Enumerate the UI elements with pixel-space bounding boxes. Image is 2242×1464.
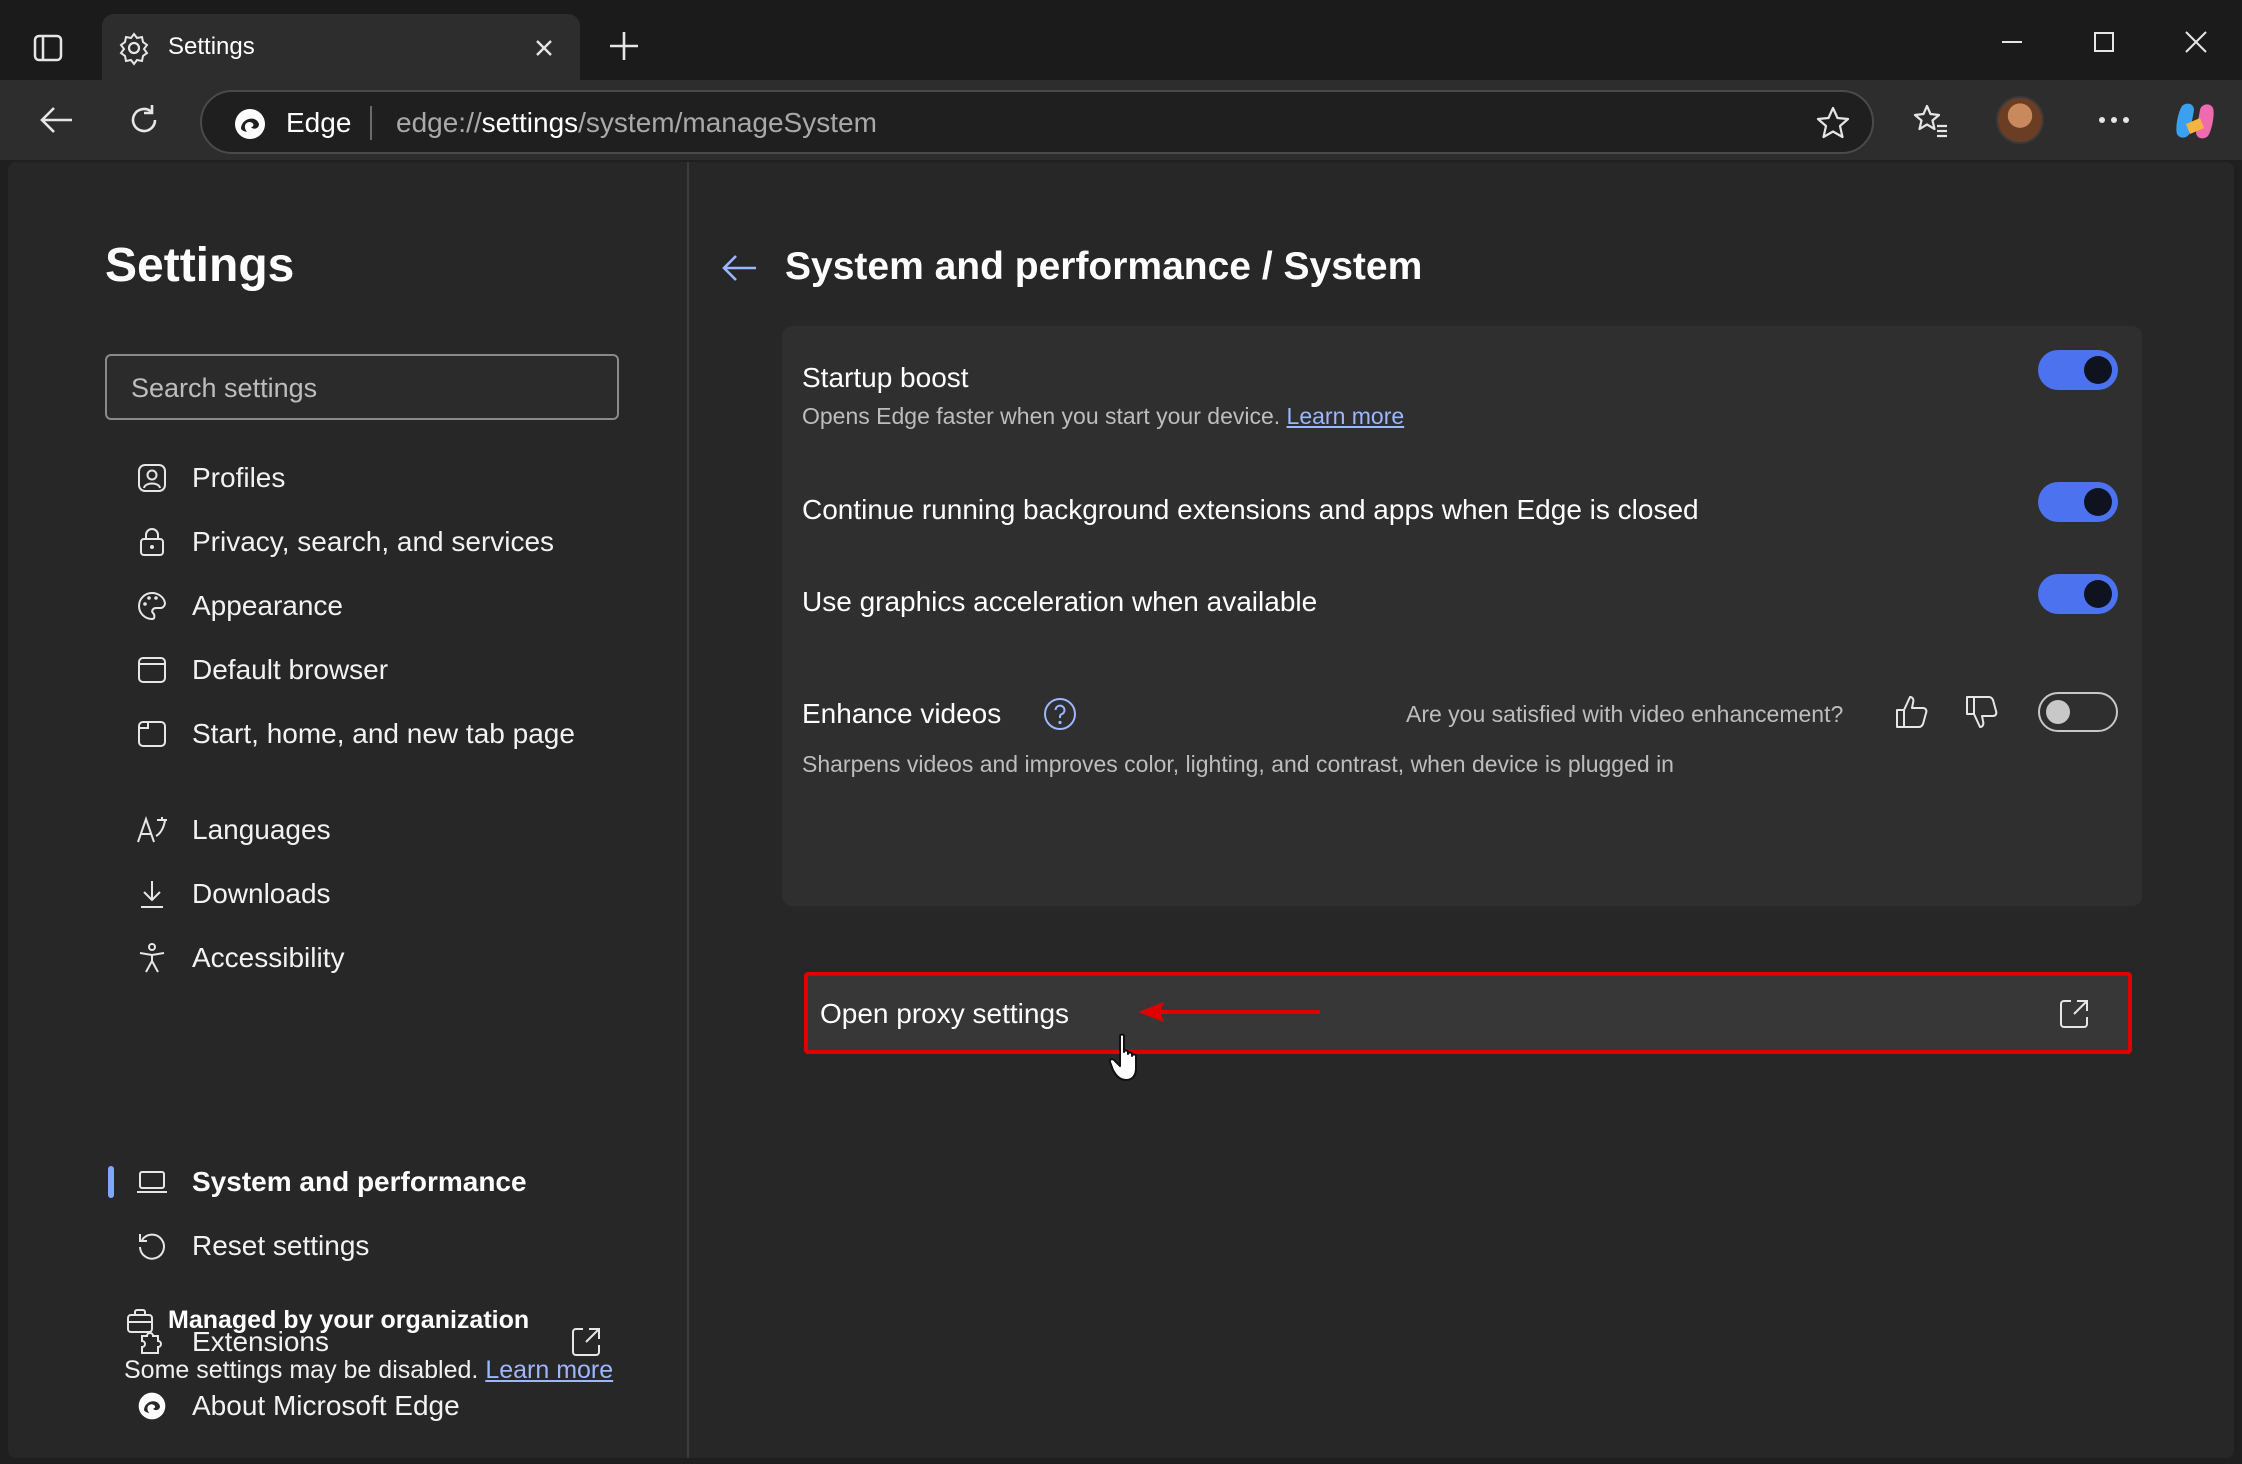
help-icon[interactable] [1042, 696, 1078, 732]
search-input[interactable] [131, 370, 591, 406]
back-arrow-icon[interactable] [718, 246, 762, 290]
sidebar-item-about[interactable]: About Microsoft Edge [118, 1378, 678, 1434]
sidebar-item-system[interactable]: System and performance [118, 1154, 678, 1210]
feedback-question: Are you satisfied with video enhancement… [1406, 701, 1844, 727]
briefcase-icon [127, 1308, 153, 1333]
language-icon [132, 810, 172, 850]
thumbs-down-icon[interactable] [1962, 692, 2002, 732]
annotation-arrow [1138, 1002, 1320, 1022]
sidebar-item-default-browser[interactable]: Default browser [118, 642, 678, 698]
background-extensions-title: Continue running background extensions a… [802, 494, 1699, 525]
enhance-videos-toggle[interactable] [2038, 692, 2118, 732]
toolbar: Edge edge://settings/system/manageSystem [0, 80, 2242, 160]
accessibility-icon [132, 938, 172, 978]
address-separator [370, 106, 372, 140]
page-title: Settings [105, 239, 295, 292]
breadcrumb: System and performance / System [785, 245, 1423, 288]
open-proxy-settings-row[interactable]: Open proxy settings [804, 972, 2132, 1054]
sidebar-item-appearance[interactable]: Appearance [118, 578, 678, 634]
startup-boost-toggle[interactable] [2038, 350, 2118, 390]
open-external-icon[interactable] [568, 1324, 604, 1360]
tab-settings[interactable]: Settings [102, 14, 580, 80]
enhance-videos-desc: Sharpens videos and improves color, ligh… [802, 751, 1674, 777]
favorites-icon[interactable] [1904, 94, 1956, 146]
sidebar-item-downloads[interactable]: Downloads [118, 866, 678, 922]
address-bar[interactable]: Edge edge://settings/system/manageSystem [200, 90, 1874, 154]
active-indicator [108, 1166, 114, 1198]
settings-page: Settings Profiles Privacy, search, and s… [8, 162, 2234, 1458]
back-icon[interactable] [30, 94, 82, 146]
sidebar-item-start-home[interactable]: Start, home, and new tab page [118, 706, 678, 762]
graphics-acceleration-title: Use graphics acceleration when available [802, 586, 1318, 617]
tab-title: Settings [168, 33, 255, 60]
browser-brand: Edge [286, 107, 352, 138]
sidebar-item-profiles[interactable]: Profiles [118, 450, 678, 506]
settings-sidebar: Settings Profiles Privacy, search, and s… [8, 162, 688, 1458]
sidebar-item-languages[interactable]: Languages [118, 802, 678, 858]
avatar[interactable] [1996, 96, 2044, 144]
laptop-icon [132, 1162, 172, 1202]
sidebar-item-reset[interactable]: Reset settings [118, 1218, 678, 1274]
favorite-star-icon[interactable] [1814, 104, 1852, 142]
browser-icon [132, 650, 172, 690]
palette-icon [132, 586, 172, 626]
copilot-icon[interactable] [2172, 98, 2218, 144]
edge-logo-icon [235, 109, 265, 139]
hand-cursor-icon [1108, 1033, 1137, 1081]
managed-notice: Managed by your organization [126, 1306, 529, 1335]
pane-divider [687, 162, 689, 1458]
home-tab-icon [132, 714, 172, 754]
new-tab-icon[interactable] [604, 26, 644, 66]
background-extensions-toggle[interactable] [2038, 482, 2118, 522]
close-tab-icon[interactable] [530, 34, 558, 62]
more-options-icon[interactable] [2088, 94, 2140, 146]
thumbs-up-icon[interactable] [1892, 692, 1932, 732]
startup-boost-desc: Opens Edge faster when you start your de… [802, 403, 1405, 429]
open-external-icon[interactable] [2056, 996, 2092, 1032]
startup-boost-title: Startup boost [802, 362, 969, 393]
title-bar: Settings [0, 0, 2242, 80]
maximize-icon[interactable] [2084, 22, 2124, 62]
search-box[interactable] [105, 354, 619, 420]
startup-learn-more-link[interactable]: Learn more [1287, 403, 1405, 429]
minimize-icon[interactable] [1992, 22, 2032, 62]
open-proxy-settings-label: Open proxy settings [820, 998, 1070, 1029]
sidebar-item-accessibility[interactable]: Accessibility [118, 930, 678, 986]
graphics-acceleration-toggle[interactable] [2038, 574, 2118, 614]
managed-description: Some settings may be disabled. Learn mor… [124, 1356, 614, 1384]
sidebar-toggle-icon[interactable] [28, 30, 68, 66]
edge-logo-icon [132, 1386, 172, 1426]
lock-icon [132, 522, 172, 562]
system-settings-card: Startup boost Opens Edge faster when you… [782, 326, 2142, 906]
gear-icon [119, 32, 149, 66]
enhance-videos-title: Enhance videos [802, 698, 1002, 729]
managed-learn-more-link[interactable]: Learn more [485, 1356, 613, 1384]
profile-icon [132, 458, 172, 498]
sidebar-item-privacy[interactable]: Privacy, search, and services [118, 514, 678, 570]
url-text[interactable]: edge://settings/system/manageSystem [396, 105, 877, 141]
download-icon [132, 874, 172, 914]
close-window-icon[interactable] [2176, 22, 2216, 62]
reset-icon [132, 1226, 172, 1266]
refresh-icon[interactable] [118, 94, 170, 146]
